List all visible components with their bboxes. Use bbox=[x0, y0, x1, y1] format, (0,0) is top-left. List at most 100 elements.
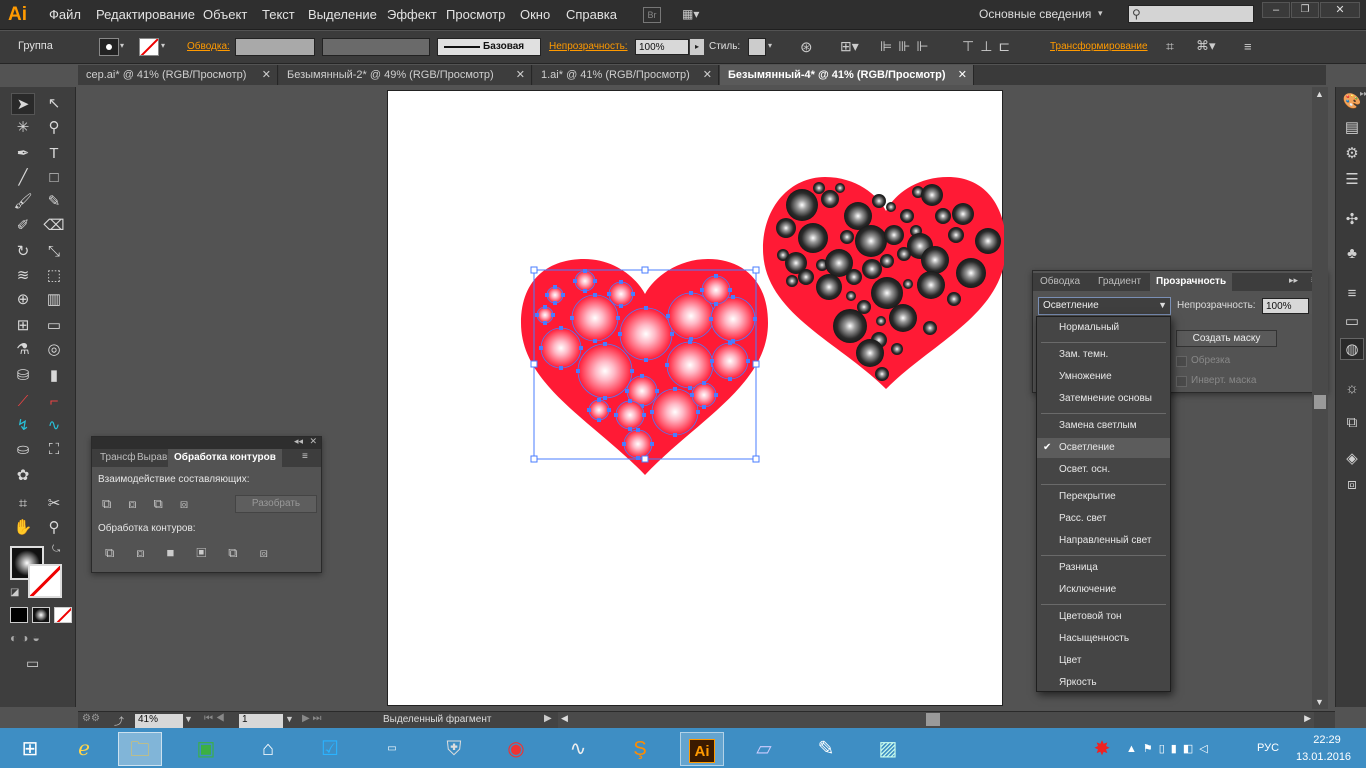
anchor-point[interactable] bbox=[700, 288, 704, 292]
pink-ball[interactable] bbox=[608, 281, 634, 307]
doc-tab-active[interactable]: Безымянный-4* @ 41% (RGB/Просмотр) ✕ bbox=[720, 65, 974, 85]
expand-button[interactable]: Разобрать bbox=[235, 495, 317, 513]
blend-option[interactable]: Замена светлым bbox=[1037, 416, 1170, 436]
menu-select[interactable]: Выделение bbox=[308, 7, 377, 22]
pencil-tool-icon[interactable]: ✎ bbox=[42, 191, 66, 213]
menu-edit[interactable]: Редактирование bbox=[96, 7, 195, 22]
scroll-thumb[interactable] bbox=[1314, 395, 1326, 409]
pink-ball[interactable] bbox=[536, 306, 554, 324]
status-menu-icon[interactable]: ▶ bbox=[544, 713, 552, 724]
clip-checkbox[interactable] bbox=[1176, 356, 1187, 367]
drawing-modes-icon[interactable]: ◐◑◒ bbox=[10, 631, 70, 647]
anchor-point[interactable] bbox=[689, 291, 693, 295]
dark-ball[interactable] bbox=[856, 339, 884, 367]
anchor-point[interactable] bbox=[714, 274, 718, 278]
anchor-point[interactable] bbox=[650, 442, 654, 446]
live-paint-tool-icon[interactable]: ⛀ bbox=[11, 439, 35, 461]
selection-handle[interactable] bbox=[752, 360, 760, 368]
make-mask-button[interactable]: Создать маску bbox=[1176, 330, 1277, 347]
pink-ball[interactable] bbox=[546, 286, 564, 304]
eyedropper-tool-icon[interactable]: ⚗ bbox=[11, 339, 35, 361]
performance-monitor-icon[interactable]: ∿ bbox=[556, 732, 600, 766]
eraser-tool-icon[interactable]: ⌫ bbox=[42, 215, 66, 237]
layers-icon[interactable]: ◈ bbox=[1340, 448, 1364, 470]
anchor-point[interactable] bbox=[728, 377, 732, 381]
artboards-icon[interactable]: ⧈ bbox=[1340, 474, 1364, 496]
slice-tool-icon[interactable]: ⟋ bbox=[11, 391, 35, 413]
doc-tab[interactable]: 1.ai* @ 41% (RGB/Просмотр) ✕ bbox=[533, 65, 719, 85]
share-icon[interactable]: ⤴ bbox=[114, 713, 124, 728]
clock-time[interactable]: 22:29 bbox=[1306, 734, 1348, 746]
pink-ball[interactable] bbox=[691, 382, 717, 408]
dark-ball[interactable] bbox=[956, 258, 986, 288]
anchor-point[interactable] bbox=[603, 396, 607, 400]
perspective-grid-tool-icon[interactable]: ▥ bbox=[42, 289, 66, 311]
swatches-icon[interactable]: ⚙ bbox=[1340, 143, 1364, 165]
dark-ball[interactable] bbox=[917, 271, 945, 299]
anchor-point[interactable] bbox=[696, 410, 700, 414]
color-mode-icon[interactable] bbox=[10, 607, 28, 623]
chevron-down-icon[interactable]: ▾ bbox=[768, 41, 772, 50]
color-guide-icon[interactable]: ▤ bbox=[1340, 117, 1364, 139]
selection-handle[interactable] bbox=[752, 266, 760, 274]
type-tool-icon[interactable]: T bbox=[42, 143, 66, 165]
shape-mode-buttons[interactable]: ⧉⧈⧉⧇ bbox=[102, 496, 205, 512]
dark-ball[interactable] bbox=[786, 189, 818, 221]
distribute-icons[interactable]: ⊤⊥⊏ bbox=[962, 38, 1016, 55]
blend-option[interactable]: Нормальный bbox=[1037, 318, 1170, 338]
transform-link[interactable]: Трансформирование bbox=[1050, 41, 1148, 52]
dark-ball[interactable] bbox=[871, 277, 903, 309]
anchor-point[interactable] bbox=[655, 389, 659, 393]
workspace-switcher[interactable]: Основные сведения bbox=[979, 7, 1091, 21]
fill-swatch[interactable] bbox=[99, 38, 119, 56]
menu-object[interactable]: Объект bbox=[203, 7, 247, 22]
anchor-point[interactable] bbox=[714, 302, 718, 306]
anchor-point[interactable] bbox=[618, 332, 622, 336]
dark-ball[interactable] bbox=[846, 269, 862, 285]
slice-knife-tool-icon[interactable]: ✂ bbox=[42, 493, 66, 515]
none-mode-icon[interactable] bbox=[54, 607, 72, 623]
stroke-weight-field[interactable] bbox=[235, 38, 315, 56]
home-icon[interactable]: ⌂ bbox=[246, 732, 290, 766]
anchor-point[interactable] bbox=[731, 295, 735, 299]
pink-ball[interactable] bbox=[540, 327, 582, 369]
rotate-tool-icon[interactable]: ↻ bbox=[11, 241, 35, 263]
anchor-point[interactable] bbox=[593, 339, 597, 343]
dark-ball[interactable] bbox=[880, 254, 894, 268]
blend-option[interactable]: Исключение bbox=[1037, 580, 1170, 600]
butterfly-icon[interactable]: ✿ bbox=[11, 465, 35, 487]
dark-ball[interactable] bbox=[786, 275, 798, 287]
photos-icon[interactable]: ▨ bbox=[866, 732, 910, 766]
anchor-point[interactable] bbox=[559, 366, 563, 370]
dark-ball[interactable] bbox=[935, 208, 951, 224]
anchor-point[interactable] bbox=[640, 374, 644, 378]
anchor-point[interactable] bbox=[573, 279, 577, 283]
anchor-point[interactable] bbox=[728, 341, 732, 345]
close-icon[interactable]: ✕ bbox=[262, 65, 271, 85]
dark-ball[interactable] bbox=[948, 227, 964, 243]
anchor-point[interactable] bbox=[616, 316, 620, 320]
dark-ball[interactable] bbox=[816, 274, 842, 300]
close-icon[interactable]: ✕ bbox=[516, 65, 525, 85]
blob-brush-tool-icon[interactable]: ✐ bbox=[11, 215, 35, 237]
blend-option[interactable]: Цветовой тон bbox=[1037, 607, 1170, 627]
blend-option[interactable]: Цвет bbox=[1037, 651, 1170, 671]
hand-tool-icon[interactable]: ✋ bbox=[11, 517, 35, 539]
dark-ball[interactable] bbox=[897, 247, 911, 261]
menu-text[interactable]: Текст bbox=[262, 7, 295, 22]
app-tray-icon[interactable]: ✸ bbox=[1080, 732, 1124, 766]
dark-ball[interactable] bbox=[891, 343, 903, 355]
menu-file[interactable]: Файл bbox=[49, 7, 81, 22]
transparency-panel-icon[interactable]: ◍ bbox=[1340, 338, 1364, 360]
expand-panel-icon[interactable]: ▸▸ bbox=[1289, 275, 1298, 286]
selection-handle[interactable] bbox=[530, 360, 538, 368]
first-page-icon[interactable]: ⏮ ◀ bbox=[204, 713, 225, 724]
anchor-point[interactable] bbox=[587, 408, 591, 412]
swap-colors-icon[interactable]: ⤿ bbox=[52, 544, 60, 555]
collapse-icon[interactable]: ◂◂ bbox=[294, 436, 303, 447]
zoom-tool-icon[interactable]: ⚲ bbox=[42, 517, 66, 539]
dark-ball[interactable] bbox=[947, 292, 961, 306]
default-colors-icon[interactable]: ◪ bbox=[10, 587, 19, 598]
dark-ball[interactable] bbox=[886, 202, 896, 212]
blend-option[interactable]: Насыщенность bbox=[1037, 629, 1170, 649]
